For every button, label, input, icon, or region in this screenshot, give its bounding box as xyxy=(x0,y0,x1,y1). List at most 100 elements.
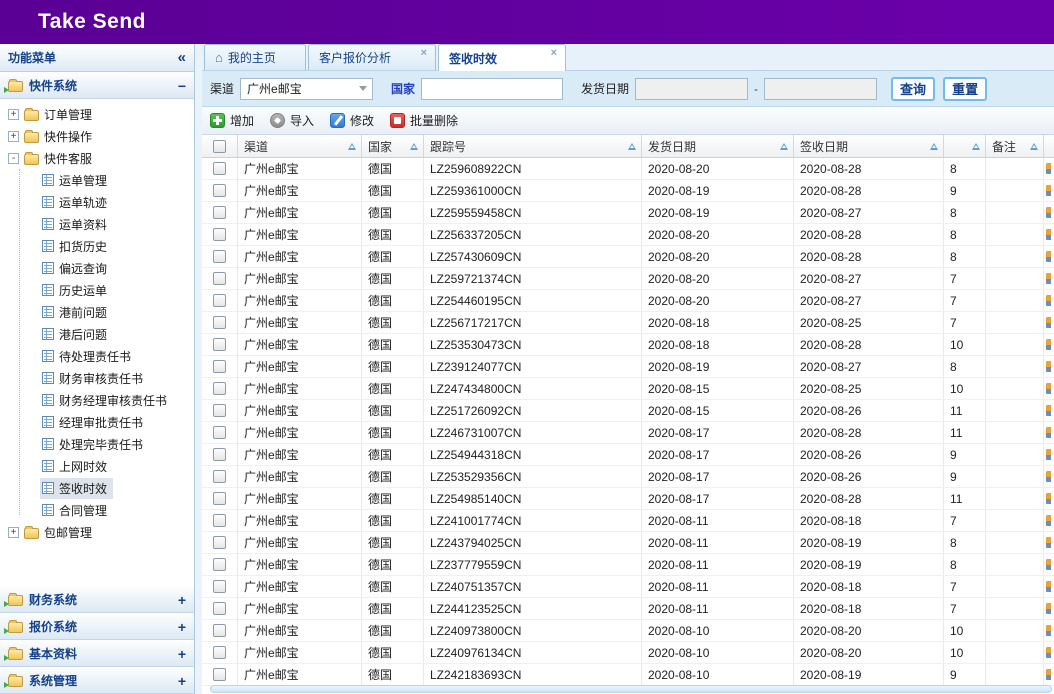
sidebar-item[interactable]: 历史运单 xyxy=(40,279,194,301)
batch-delete-button[interactable]: 批量删除 xyxy=(390,112,458,129)
table-row[interactable]: 广州e邮宝德国LZ256717217CN2020-08-182020-08-25… xyxy=(202,312,1054,334)
expander-icon[interactable]: - xyxy=(8,153,19,164)
sidebar-item[interactable]: 签收时效 xyxy=(40,477,194,499)
edit-button[interactable]: 修改 xyxy=(330,112,374,129)
row-checkbox[interactable] xyxy=(213,426,226,439)
row-checkbox[interactable] xyxy=(213,536,226,549)
table-row[interactable]: 广州e邮宝德国LZ244123525CN2020-08-112020-08-18… xyxy=(202,598,1054,620)
column-header[interactable]: 备注 xyxy=(986,135,1044,157)
sidebar-section-express[interactable]: 快件系统 − xyxy=(0,72,194,99)
table-row[interactable]: 广州e邮宝德国LZ254985140CN2020-08-172020-08-28… xyxy=(202,488,1054,510)
row-checkbox[interactable] xyxy=(213,404,226,417)
table-row[interactable]: 广州e邮宝德国LZ259559458CN2020-08-192020-08-27… xyxy=(202,202,1054,224)
sidebar-item[interactable]: 运单轨迹 xyxy=(40,191,194,213)
expander-icon[interactable]: + xyxy=(8,527,19,538)
column-header[interactable] xyxy=(944,135,986,157)
expand-icon[interactable]: + xyxy=(178,673,186,689)
table-row[interactable]: 广州e邮宝德国LZ259608922CN2020-08-202020-08-28… xyxy=(202,158,1054,180)
row-checkbox[interactable] xyxy=(213,162,226,175)
tab-customer-quote-analysis[interactable]: 客户报价分析× xyxy=(308,44,436,70)
ship-date-to-input[interactable] xyxy=(764,78,877,100)
table-row[interactable]: 广州e邮宝德国LZ246731007CN2020-08-172020-08-28… xyxy=(202,422,1054,444)
expander-icon[interactable]: + xyxy=(8,109,19,120)
sidebar-item[interactable]: 运单资料 xyxy=(40,213,194,235)
reset-button[interactable]: 重置 xyxy=(943,77,987,101)
row-checkbox[interactable] xyxy=(213,668,226,681)
row-checkbox[interactable] xyxy=(213,470,226,483)
collapse-sidebar-icon[interactable]: « xyxy=(178,49,186,66)
sidebar-splitter[interactable] xyxy=(195,44,202,694)
row-checkbox[interactable] xyxy=(213,360,226,373)
tree-folder-item[interactable]: +快件操作 xyxy=(6,125,194,147)
table-row[interactable]: 广州e邮宝德国LZ253529356CN2020-08-172020-08-26… xyxy=(202,466,1054,488)
horizontal-scrollbar[interactable] xyxy=(210,685,1052,693)
row-checkbox[interactable] xyxy=(213,228,226,241)
column-header[interactable]: 签收日期 xyxy=(794,135,944,157)
table-row[interactable]: 广州e邮宝德国LZ247434800CN2020-08-152020-08-25… xyxy=(202,378,1054,400)
row-checkbox[interactable] xyxy=(213,272,226,285)
table-row[interactable]: 广州e邮宝德国LZ259721374CN2020-08-202020-08-27… xyxy=(202,268,1054,290)
sidebar-item[interactable]: 偏远查询 xyxy=(40,257,194,279)
tree-folder-item[interactable]: -快件客服 xyxy=(6,147,194,169)
sidebar-item[interactable]: 扣货历史 xyxy=(40,235,194,257)
expand-icon[interactable]: + xyxy=(178,646,186,662)
select-all-checkbox[interactable] xyxy=(213,140,226,153)
row-checkbox[interactable] xyxy=(213,558,226,571)
row-checkbox[interactable] xyxy=(213,448,226,461)
sidebar-section[interactable]: 财务系统+ xyxy=(0,586,194,613)
column-header[interactable]: 渠道 xyxy=(238,135,362,157)
row-checkbox[interactable] xyxy=(213,624,226,637)
sidebar-item[interactable]: 经理审批责任书 xyxy=(40,411,194,433)
table-row[interactable]: 广州e邮宝德国LZ239124077CN2020-08-192020-08-27… xyxy=(202,356,1054,378)
sidebar-section[interactable]: 系统管理+ xyxy=(0,667,194,694)
tree-folder-item[interactable]: +订单管理 xyxy=(6,103,194,125)
import-button[interactable]: 导入 xyxy=(270,112,314,129)
ship-date-from-input[interactable] xyxy=(635,78,748,100)
sidebar-item[interactable]: 运单管理 xyxy=(40,169,194,191)
row-checkbox[interactable] xyxy=(213,646,226,659)
sidebar-item[interactable]: 财务审核责任书 xyxy=(40,367,194,389)
row-checkbox[interactable] xyxy=(213,382,226,395)
table-row[interactable]: 广州e邮宝德国LZ243794025CN2020-08-112020-08-19… xyxy=(202,532,1054,554)
close-icon[interactable]: × xyxy=(551,45,557,59)
table-row[interactable]: 广州e邮宝德国LZ240751357CN2020-08-112020-08-18… xyxy=(202,576,1054,598)
tab-home[interactable]: ⌂我的主页 xyxy=(204,44,306,70)
add-button[interactable]: 增加 xyxy=(210,112,254,129)
row-checkbox[interactable] xyxy=(213,338,226,351)
sidebar-item[interactable]: 合同管理 xyxy=(40,499,194,521)
row-checkbox[interactable] xyxy=(213,250,226,263)
expand-icon[interactable]: + xyxy=(178,592,186,608)
table-row[interactable]: 广州e邮宝德国LZ242183693CN2020-08-102020-08-19… xyxy=(202,664,1054,686)
column-header[interactable]: 国家 xyxy=(362,135,424,157)
tree-folder-item[interactable]: +包邮管理 xyxy=(6,521,194,543)
table-row[interactable]: 广州e邮宝德国LZ237779559CN2020-08-112020-08-19… xyxy=(202,554,1054,576)
table-row[interactable]: 广州e邮宝德国LZ253530473CN2020-08-182020-08-28… xyxy=(202,334,1054,356)
table-row[interactable]: 广州e邮宝德国LZ240973800CN2020-08-102020-08-20… xyxy=(202,620,1054,642)
row-checkbox[interactable] xyxy=(213,294,226,307)
row-checkbox[interactable] xyxy=(213,184,226,197)
table-row[interactable]: 广州e邮宝德国LZ254944318CN2020-08-172020-08-26… xyxy=(202,444,1054,466)
column-header[interactable]: 跟踪号 xyxy=(424,135,642,157)
table-row[interactable]: 广州e邮宝德国LZ240976134CN2020-08-102020-08-20… xyxy=(202,642,1054,664)
sidebar-item[interactable]: 处理完毕责任书 xyxy=(40,433,194,455)
column-header[interactable]: 发货日期 xyxy=(642,135,794,157)
table-row[interactable]: 广州e邮宝德国LZ241001774CN2020-08-112020-08-18… xyxy=(202,510,1054,532)
row-checkbox[interactable] xyxy=(213,580,226,593)
close-icon[interactable]: × xyxy=(421,45,427,59)
channel-select[interactable]: 广州e邮宝 xyxy=(240,78,373,100)
expander-icon[interactable]: + xyxy=(8,131,19,142)
table-row[interactable]: 广州e邮宝德国LZ259361000CN2020-08-192020-08-28… xyxy=(202,180,1054,202)
collapse-section-icon[interactable]: − xyxy=(178,78,186,94)
row-checkbox[interactable] xyxy=(213,492,226,505)
row-checkbox[interactable] xyxy=(213,316,226,329)
sidebar-item[interactable]: 财务经理审核责任书 xyxy=(40,389,194,411)
sidebar-item[interactable]: 待处理责任书 xyxy=(40,345,194,367)
country-input[interactable] xyxy=(421,78,563,100)
row-checkbox[interactable] xyxy=(213,514,226,527)
sidebar-item[interactable]: 上网时效 xyxy=(40,455,194,477)
sidebar-item[interactable]: 港后问题 xyxy=(40,323,194,345)
table-row[interactable]: 广州e邮宝德国LZ257430609CN2020-08-202020-08-28… xyxy=(202,246,1054,268)
sidebar-section[interactable]: 报价系统+ xyxy=(0,613,194,640)
row-checkbox[interactable] xyxy=(213,206,226,219)
query-button[interactable]: 查询 xyxy=(891,77,935,101)
